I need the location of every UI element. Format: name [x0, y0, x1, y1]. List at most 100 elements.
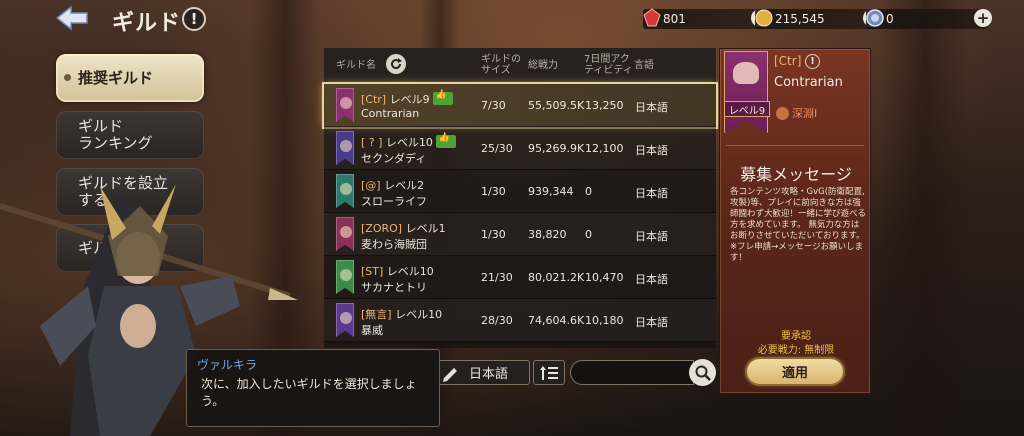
- currency-crystal: 0 +: [866, 9, 992, 29]
- guild-size: 7/30: [481, 99, 506, 112]
- guild-activity: 0: [585, 228, 592, 241]
- guild-tag: [@]: [361, 179, 381, 192]
- approval-requirement: 要承認: [781, 331, 811, 342]
- guild-level: レベル1: [405, 222, 446, 235]
- guild-level: レベル2: [384, 179, 425, 192]
- crystal-icon: [866, 9, 884, 27]
- apply-button[interactable]: 適用: [747, 359, 843, 384]
- detail-guild-tag: [Ctr]: [774, 54, 802, 68]
- sort-button[interactable]: [533, 360, 565, 385]
- guild-power: 939,344: [528, 185, 574, 198]
- recommended-thumb-icon: [432, 90, 453, 105]
- guild-language: 日本語: [635, 101, 668, 114]
- menu-guild-ranking[interactable]: ギルド ランキング: [56, 111, 204, 159]
- guild-level-badge: レベル9: [724, 101, 770, 117]
- guild-activity: 0: [585, 185, 592, 198]
- guild-name: スローライフ: [361, 195, 427, 208]
- guild-size: 21/30: [481, 271, 513, 284]
- guild-banner-icon: [336, 174, 354, 208]
- background-tree: [880, 0, 970, 436]
- currency-value: 0: [886, 12, 894, 26]
- guild-row[interactable]: [ZORO] レベル1 麦わら海賊団 1/30 38,820 0 日本語: [324, 213, 716, 256]
- dialog-speaker: ヴァルキラ: [197, 358, 258, 372]
- search-icon: [695, 365, 711, 381]
- page-title: ギルド: [112, 11, 182, 36]
- guild-emblem-banner: [724, 51, 768, 133]
- rank-label: 深淵Ⅰ: [792, 107, 818, 120]
- guild-name: 暴威: [361, 324, 383, 337]
- guild-power: 38,820: [528, 228, 567, 241]
- guild-language: 日本語: [635, 144, 668, 157]
- guild-banner-icon: [336, 131, 354, 165]
- guild-level: レベル9: [389, 93, 430, 106]
- guild-table: ギルド名 ギルドの サイズ 総戦力 7日間アク ティビティ 言語 [Ctr] レ…: [324, 48, 716, 348]
- currency-ruby: 801 +: [643, 8, 769, 29]
- guild-tag: [ZORO]: [361, 222, 403, 235]
- refresh-icon: [391, 58, 402, 70]
- guild-language: 日本語: [635, 273, 668, 286]
- guild-banner-icon: [336, 303, 354, 337]
- guild-power: 74,604.6K: [528, 314, 585, 327]
- menu-recommended-guilds[interactable]: 推奨ギルド: [56, 54, 204, 102]
- guild-activity: 10,470: [585, 271, 624, 284]
- col-header-language: 言語: [634, 59, 654, 71]
- col-header-size: ギルドの サイズ: [481, 54, 521, 76]
- col-header-power: 総戦力: [528, 59, 558, 71]
- table-header: ギルド名 ギルドの サイズ 総戦力 7日間アク ティビティ 言語: [324, 48, 716, 82]
- recommended-thumb-icon: [435, 133, 456, 148]
- language-filter-label: 日本語: [469, 367, 509, 382]
- guild-banner-icon: [336, 217, 354, 251]
- guild-activity: 13,250: [585, 99, 624, 112]
- back-button[interactable]: [54, 4, 90, 32]
- guild-tag: [無言]: [361, 308, 392, 321]
- guild-row[interactable]: [ST] レベル10 サカナとトリ 21/30 80,021.2K 10,470…: [324, 256, 716, 299]
- guild-tag: [Ctr]: [361, 93, 387, 106]
- guild-row[interactable]: [無言] レベル10 暴威 28/30 74,604.6K 10,180 日本語: [324, 299, 716, 342]
- guild-banner-icon: [336, 260, 354, 294]
- currency-gold: 215,545 +: [755, 9, 881, 29]
- menu-bullet-icon: [64, 74, 71, 81]
- guild-banner-icon: [336, 88, 354, 122]
- guild-search-input[interactable]: [570, 360, 694, 385]
- guild-row[interactable]: [@] レベル2 スローライフ 1/30 939,344 0 日本語: [324, 170, 716, 213]
- tutorial-dialog[interactable]: ヴァルキラ 次に、加入したいギルドを選択しましょう。: [186, 349, 440, 427]
- guild-level: レベル10: [386, 265, 434, 278]
- divider: [726, 145, 864, 146]
- menu-label: 推奨ギルド: [78, 68, 154, 87]
- search-button[interactable]: [689, 359, 716, 386]
- guild-row[interactable]: [ ? ] レベル10 セクンダディ 25/30 95,269.9K 12,10…: [324, 127, 716, 170]
- power-requirement: 必要戦力: 無制限: [757, 345, 835, 356]
- pencil-icon: [443, 367, 457, 382]
- detail-info-button[interactable]: !: [805, 54, 820, 69]
- guild-activity: 10,180: [585, 314, 624, 327]
- guild-name: Contrarian: [361, 107, 420, 120]
- guild-tag: [ ? ]: [361, 136, 383, 149]
- ruby-icon: [643, 8, 661, 27]
- guild-tag: [ST]: [361, 265, 384, 278]
- guild-row[interactable]: [Ctr] レベル9 Contrarian 7/30 55,509.5K 13,…: [324, 84, 716, 127]
- guild-size: 1/30: [481, 185, 506, 198]
- add-crystal-button[interactable]: +: [974, 9, 992, 27]
- guild-name: セクンダディ: [361, 152, 427, 165]
- recruit-heading: 募集メッセージ: [740, 165, 852, 184]
- guild-size: 25/30: [481, 142, 513, 155]
- currency-value: 801: [663, 12, 686, 26]
- detail-guild-name: Contrarian: [774, 75, 843, 90]
- guild-name: 麦わら海賊団: [361, 238, 427, 251]
- refresh-button[interactable]: [386, 54, 406, 74]
- col-header-activity: 7日間アク ティビティ: [584, 54, 633, 76]
- guild-language: 日本語: [635, 187, 668, 200]
- guild-size: 1/30: [481, 228, 506, 241]
- guild-language: 日本語: [635, 316, 668, 329]
- info-button[interactable]: !: [182, 7, 206, 31]
- guild-language: 日本語: [635, 230, 668, 243]
- gold-coin-icon: [755, 9, 773, 27]
- back-arrow-icon: [55, 5, 88, 31]
- guild-name: サカナとトリ: [361, 281, 427, 294]
- language-filter-button[interactable]: 日本語: [436, 360, 530, 385]
- menu-label: ギルド ランキング: [78, 117, 153, 152]
- guild-rank: 深淵Ⅰ: [776, 105, 817, 121]
- guild-level: レベル10: [395, 308, 443, 321]
- guild-power: 55,509.5K: [528, 99, 585, 112]
- guild-activity: 12,100: [585, 142, 624, 155]
